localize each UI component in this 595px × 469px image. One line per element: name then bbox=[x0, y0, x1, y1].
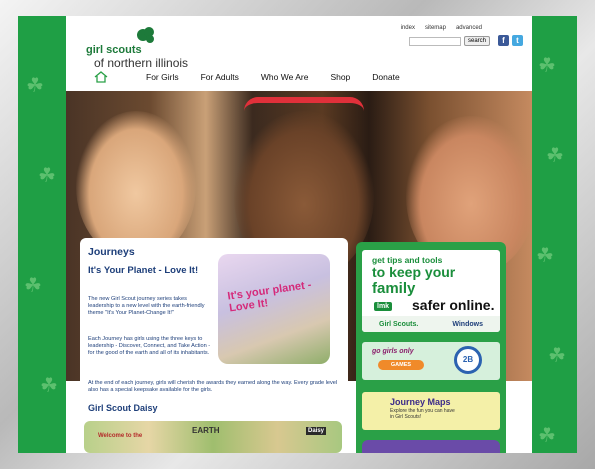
journeys-card: Journeys It's Your Planet - Love It! The… bbox=[80, 238, 348, 453]
brand-name: girl scouts bbox=[86, 44, 142, 56]
nav-donate[interactable]: Donate bbox=[372, 72, 399, 82]
nav-who-we-are[interactable]: Who We Are bbox=[261, 72, 309, 82]
red-headband bbox=[244, 97, 364, 111]
journey-maps-ad[interactable]: Journey Maps Explore the fun you can hav… bbox=[362, 392, 500, 430]
trefoil-icon: ☘ bbox=[538, 55, 556, 77]
trefoil-icon: ☘ bbox=[38, 165, 56, 187]
search-box: search bbox=[408, 36, 490, 46]
lmk-badge: lmk bbox=[374, 302, 393, 311]
lmk-line3: family bbox=[372, 280, 416, 297]
search-button[interactable]: search bbox=[463, 36, 490, 46]
webpage: girl scouts of northern illinois index s… bbox=[66, 16, 532, 453]
go-girls-title: go girls only bbox=[372, 348, 414, 355]
trefoil-icon: ☘ bbox=[536, 245, 554, 267]
daisy-tag-1: Welcome to the bbox=[98, 433, 143, 439]
facebook-icon[interactable]: f bbox=[498, 35, 509, 46]
daisy-tag-2: EARTH bbox=[192, 426, 220, 435]
main-nav: For Girls For Adults Who We Are Shop Don… bbox=[94, 71, 422, 83]
trefoil-icon: ☘ bbox=[548, 345, 566, 367]
home-icon[interactable] bbox=[94, 71, 108, 83]
girl-scouts-partner: Girl Scouts. bbox=[379, 320, 419, 328]
trefoil-icon: ☘ bbox=[24, 275, 42, 297]
search-input[interactable] bbox=[408, 36, 461, 46]
trefoil-logo-icon bbox=[137, 27, 154, 43]
journey-art-text: It's your planet - Love It! bbox=[226, 278, 313, 315]
article-title: It's Your Planet - Love It! bbox=[88, 265, 199, 276]
paragraph-3: At the end of each journey, girls will c… bbox=[88, 380, 338, 393]
partner-bar: Girl Scouts. Windows bbox=[362, 316, 500, 332]
sitemap-link[interactable]: sitemap bbox=[425, 25, 446, 31]
purple-ad[interactable] bbox=[362, 440, 500, 453]
daisy-tag-3: Daisy bbox=[306, 427, 327, 435]
trefoil-icon: ☘ bbox=[538, 425, 556, 447]
trefoil-icon: ☘ bbox=[546, 145, 564, 167]
lmk-line4: safer online. bbox=[412, 297, 495, 313]
journey-art[interactable]: It's your planet - Love It! bbox=[218, 254, 330, 364]
section-title-daisy: Girl Scout Daisy bbox=[88, 403, 158, 413]
nav-for-adults[interactable]: For Adults bbox=[201, 72, 239, 82]
windows-partner: Windows bbox=[452, 320, 483, 328]
brand-subtitle: of northern illinois bbox=[94, 56, 189, 70]
sidebar: get tips and tools to keep your family s… bbox=[356, 242, 506, 453]
advanced-link[interactable]: advanced bbox=[456, 25, 482, 31]
daisy-banner[interactable]: Welcome to the EARTH Daisy bbox=[84, 421, 342, 453]
go-girls-only-ad[interactable]: go girls only GAMES 2B bbox=[362, 342, 500, 380]
trefoil-icon: ☘ bbox=[26, 75, 44, 97]
journey-maps-subtitle: Explore the fun you can have in Girl Sco… bbox=[390, 408, 455, 420]
page-title: Journeys bbox=[88, 246, 135, 258]
lmk-line2: to keep your bbox=[372, 264, 456, 280]
badge-circle: 2B bbox=[454, 346, 482, 374]
trefoil-icon: ☘ bbox=[40, 375, 58, 397]
paragraph-1: The new Girl Scout journey series takes … bbox=[88, 296, 205, 316]
lmk-ad[interactable]: get tips and tools to keep your family s… bbox=[362, 250, 500, 332]
twitter-icon[interactable]: t bbox=[512, 35, 523, 46]
paragraph-2: Each Journey has girls using the three k… bbox=[88, 336, 211, 356]
utility-links: index sitemap advanced bbox=[401, 25, 482, 31]
index-link[interactable]: index bbox=[401, 25, 415, 31]
nav-for-girls[interactable]: For Girls bbox=[146, 72, 179, 82]
nav-shop[interactable]: Shop bbox=[330, 72, 350, 82]
journey-maps-title: Journey Maps bbox=[390, 397, 451, 407]
games-tag: GAMES bbox=[378, 360, 424, 370]
